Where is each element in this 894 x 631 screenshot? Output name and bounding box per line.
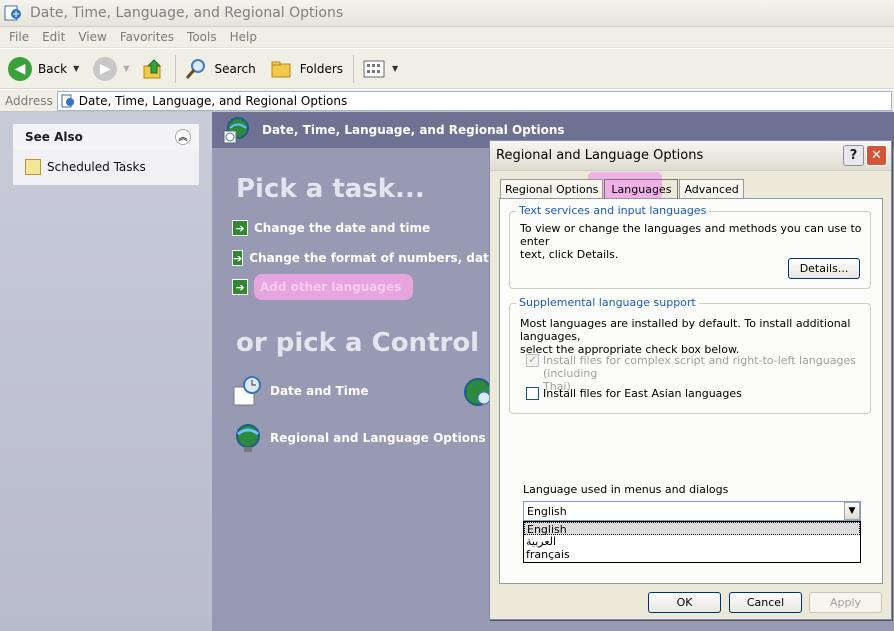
group-title: Text services and input languages <box>516 204 710 217</box>
cp-icon-label: Date and Time <box>270 384 369 398</box>
back-button[interactable]: ◀ Back ▼ <box>8 56 79 81</box>
menu-language-dropdown: English العربية français <box>523 521 861 563</box>
views-icon <box>363 60 385 77</box>
menu-favorites[interactable]: Favorites <box>120 30 174 44</box>
ok-button[interactable]: OK <box>648 592 721 613</box>
toolbar-separator <box>175 54 177 83</box>
control-panel-icon <box>4 4 22 22</box>
task-label: Change the format of numbers, dates, and <box>249 251 500 265</box>
forward-arrow-icon: ▶ <box>93 56 118 81</box>
toolbar: ◀ Back ▼ ▶ ▼ Search Folders ▼ <box>0 49 894 89</box>
see-also-panel: See Also ︽ Scheduled Tasks <box>13 124 199 185</box>
search-label: Search <box>214 61 256 76</box>
pick-a-task-heading: Pick a task... <box>236 174 425 204</box>
menu-language-label: Language used in menus and dialogs <box>523 483 729 496</box>
search-button[interactable]: Search <box>184 57 256 81</box>
task-label: Add other languages <box>254 274 414 300</box>
description-line: To view or change the languages and meth… <box>520 222 862 248</box>
category-title: Date, Time, Language, and Regional Optio… <box>262 123 565 137</box>
checkbox-label: Install files for complex script and rig… <box>543 354 856 380</box>
regional-language-dialog: Regional and Language Options ? ✕ Region… <box>489 140 892 620</box>
menu-edit[interactable]: Edit <box>42 30 65 44</box>
tab-advanced[interactable]: Advanced <box>679 179 744 199</box>
menu-language-select[interactable]: English ▼ <box>523 501 861 521</box>
views-dropdown-icon: ▼ <box>392 64 399 73</box>
menu-tools[interactable]: Tools <box>187 30 217 44</box>
task-label: Change the date and time <box>254 221 431 235</box>
address-bar: Address Date, Time, Language, and Region… <box>0 90 894 112</box>
supplemental-language-group: Supplemental language support Most langu… <box>509 296 871 414</box>
close-button[interactable]: ✕ <box>866 145 887 166</box>
menu-bar: File Edit View Favorites Tools Help <box>0 27 894 48</box>
east-asian-checkbox[interactable]: Install files for East Asian languages <box>526 387 742 400</box>
menu-language-value: English <box>527 504 567 518</box>
group-description: To view or change the languages and meth… <box>520 222 870 261</box>
green-arrow-icon: ➔ <box>232 250 244 266</box>
task-pane: See Also ︽ Scheduled Tasks <box>0 112 212 631</box>
back-dropdown-icon[interactable]: ▼ <box>73 64 79 73</box>
green-arrow-icon: ➔ <box>232 279 248 295</box>
control-panel-icon <box>61 94 75 108</box>
tab-regional-options[interactable]: Regional Options <box>500 179 604 199</box>
dropdown-option-english[interactable]: English <box>524 522 860 536</box>
date-time-icon <box>232 375 264 407</box>
window-titlebar: Date, Time, Language, and Regional Optio… <box>0 0 894 27</box>
see-also-title: See Also <box>25 129 83 144</box>
globe-clock-icon <box>222 115 252 145</box>
cp-icon-label: Regional and Language Options <box>270 431 486 445</box>
description-line: Most languages are installed by default.… <box>520 317 851 343</box>
languages-tab-panel: Text services and input languages To vie… <box>499 198 883 584</box>
scheduled-tasks-icon <box>25 159 41 175</box>
green-arrow-icon: ➔ <box>232 220 248 236</box>
see-also-item-scheduled-tasks[interactable]: Scheduled Tasks <box>13 149 199 185</box>
forward-button[interactable]: ▶ ▼ <box>93 56 130 81</box>
menu-file[interactable]: File <box>9 30 29 44</box>
globe-icon <box>462 376 492 411</box>
apply-button[interactable]: Apply <box>809 592 882 613</box>
back-arrow-icon: ◀ <box>8 56 32 81</box>
dialog-title: Regional and Language Options <box>496 148 704 163</box>
menu-help[interactable]: Help <box>230 30 257 44</box>
back-label: Back <box>38 61 68 76</box>
up-folder-icon <box>143 58 162 78</box>
collapse-chevron-icon[interactable]: ︽ <box>175 128 191 145</box>
see-also-item-label: Scheduled Tasks <box>47 160 146 174</box>
views-button[interactable]: ▼ <box>362 58 398 80</box>
search-icon <box>186 58 206 79</box>
folders-button[interactable]: Folders <box>270 57 343 81</box>
window-title: Date, Time, Language, and Regional Optio… <box>30 5 344 21</box>
details-button[interactable]: Details... <box>788 258 860 279</box>
folders-icon <box>271 61 291 77</box>
task-change-format[interactable]: ➔ Change the format of numbers, dates, a… <box>232 250 500 266</box>
tab-languages[interactable]: Languages <box>604 179 679 199</box>
toolbar-separator <box>353 54 355 83</box>
group-description: Most languages are installed by default.… <box>520 317 870 356</box>
checkbox-box <box>526 387 539 400</box>
folders-label: Folders <box>299 61 344 76</box>
dropdown-option-arabic[interactable]: العربية <box>524 535 860 548</box>
task-add-languages[interactable]: ➔ Add other languages <box>232 274 414 300</box>
dropdown-option-french[interactable]: français <box>524 548 860 561</box>
address-value: Date, Time, Language, and Regional Optio… <box>78 93 348 108</box>
up-folder-button[interactable] <box>141 57 165 81</box>
dialog-titlebar: Regional and Language Options ? ✕ <box>490 141 891 171</box>
help-button[interactable]: ? <box>843 145 864 166</box>
checkmark-icon: ✓ <box>526 354 539 367</box>
see-also-header[interactable]: See Also ︽ <box>13 124 199 149</box>
group-title: Supplemental language support <box>516 296 699 309</box>
checkbox-label: Install files for East Asian languages <box>543 387 742 400</box>
menu-view[interactable]: View <box>78 30 106 44</box>
address-label: Address <box>5 93 53 108</box>
forward-dropdown-icon: ▼ <box>123 64 130 73</box>
task-change-date-time[interactable]: ➔ Change the date and time <box>232 220 430 236</box>
cancel-button[interactable]: Cancel <box>729 592 802 613</box>
address-field[interactable]: Date, Time, Language, and Regional Optio… <box>56 90 892 111</box>
dialog-tabs: Regional Options Languages Advanced <box>500 177 745 199</box>
cp-icon-date-and-time[interactable]: Date and Time <box>232 375 368 407</box>
text-services-group: Text services and input languages To vie… <box>509 204 871 289</box>
globe-icon <box>232 422 264 454</box>
dropdown-chevron-icon[interactable]: ▼ <box>844 502 860 520</box>
cp-icon-regional-language[interactable]: Regional and Language Options <box>232 422 486 454</box>
or-pick-icon-heading: or pick a Control Panel icon <box>236 328 492 358</box>
